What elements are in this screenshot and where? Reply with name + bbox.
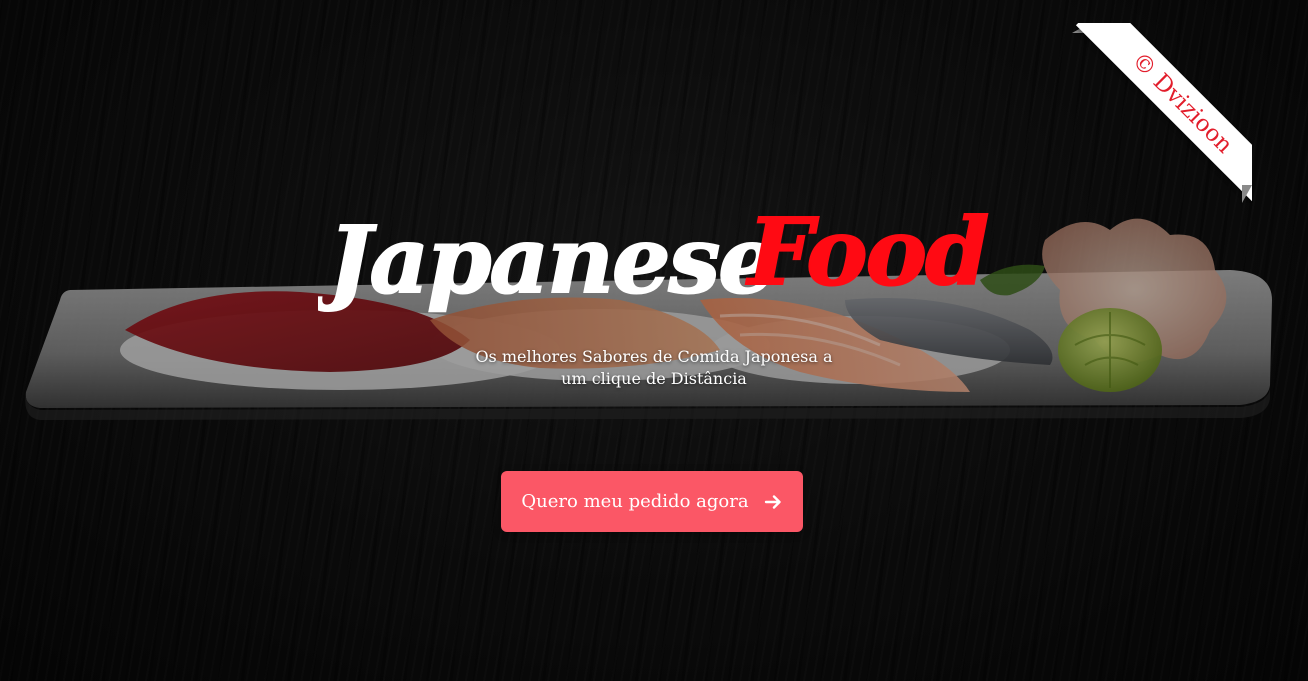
title-japanese: Japanese — [318, 206, 775, 314]
hero-subtitle: Os melhores Sabores de Comida Japonesa a… — [454, 346, 854, 390]
subtitle-line-1: Os melhores Sabores de Comida Japonesa a — [475, 347, 833, 366]
order-now-label: Quero meu pedido agora — [521, 491, 749, 512]
arrow-right-icon — [764, 494, 781, 509]
title-food: Food — [745, 198, 988, 306]
brand-title: Japanese Food — [318, 197, 990, 315]
ribbon-fold-right — [1242, 185, 1252, 203]
corner-ribbon: © Dvizioon — [1072, 23, 1252, 203]
subtitle-line-2: um clique de Distância — [561, 369, 747, 388]
hero-section: Japanese Food Os melhores Sabores de Com… — [0, 0, 1308, 681]
ribbon-label: © Dvizioon — [1075, 23, 1252, 203]
order-now-button[interactable]: Quero meu pedido agora — [501, 471, 803, 532]
